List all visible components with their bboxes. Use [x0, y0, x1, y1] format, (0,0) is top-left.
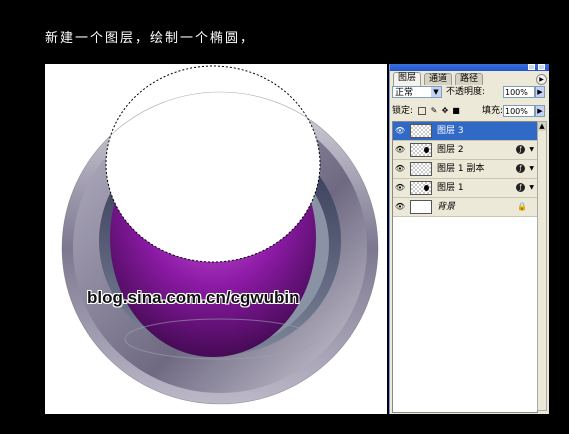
layer-effects-icon[interactable]: ƒ	[516, 145, 525, 154]
opacity-arrow-icon[interactable]: ▶	[535, 86, 545, 98]
lock-icon: 🔒	[517, 202, 527, 211]
expand-effects-icon[interactable]: ▼	[529, 182, 534, 194]
lock-all-icon[interactable]: ■	[452, 107, 460, 115]
document-canvas[interactable]: blog.sina.com.cn/cgwubin	[45, 64, 387, 414]
panel-menu-icon[interactable]: ▶	[536, 74, 547, 85]
opacity-label: 不透明度:	[446, 87, 486, 97]
layer-name: 背景	[437, 202, 456, 212]
chevron-down-icon[interactable]: ▼	[431, 87, 441, 97]
fill-label: 填充:	[482, 106, 504, 116]
eye-icon[interactable]: 👁	[394, 201, 406, 213]
eye-icon[interactable]: 👁	[394, 163, 406, 175]
layer-name: 图层 2	[437, 145, 464, 155]
panel-tabs: 图层 通道 路径 ▶	[390, 71, 549, 86]
caption-text: 新建一个图层，绘制一个椭圆，	[45, 31, 256, 46]
expand-effects-icon[interactable]: ▼	[529, 163, 534, 175]
watermark-text: blog.sina.com.cn/cgwubin	[87, 288, 300, 307]
eye-icon[interactable]: 👁	[394, 144, 406, 156]
layer-name: 图层 1 副本	[437, 164, 485, 174]
layers-list: 👁 图层 3 👁 图层 2 ƒ ▼ 👁 图层 1 副本 ƒ ▼ 👁 图层 1 ƒ…	[392, 121, 538, 413]
layer-row-background[interactable]: 👁 背景 🔒	[393, 198, 537, 217]
ring-artwork	[61, 65, 379, 405]
lock-move-icon[interactable]: ✥	[441, 107, 449, 115]
layer-thumbnail	[410, 124, 432, 138]
close-icon[interactable]	[538, 64, 545, 70]
lock-transparency-icon[interactable]	[418, 107, 426, 115]
minimize-icon[interactable]	[528, 64, 535, 70]
expand-effects-icon[interactable]: ▼	[529, 144, 534, 156]
opacity-input[interactable]: 100%	[503, 86, 535, 98]
blend-opacity-row: 正常 ▼ 不透明度: 100% ▶	[390, 85, 549, 101]
blend-mode-select[interactable]: 正常 ▼	[392, 86, 442, 98]
layer-thumbnail	[410, 162, 432, 176]
layers-scrollbar[interactable]: ▲	[537, 121, 547, 411]
eye-icon[interactable]: 👁	[394, 182, 406, 194]
layer-thumbnail	[410, 200, 432, 214]
lock-brush-icon[interactable]: ✎	[430, 107, 438, 115]
layer-effects-icon[interactable]: ƒ	[516, 183, 525, 192]
tab-paths[interactable]: 路径	[455, 73, 484, 85]
blend-mode-value: 正常	[395, 88, 414, 98]
eye-icon[interactable]: 👁	[394, 125, 406, 137]
layer-thumbnail	[410, 181, 432, 195]
lock-label: 锁定:	[392, 106, 414, 116]
lock-fill-row: 锁定: ✎ ✥ ■ 填充: 100% ▶	[390, 104, 549, 120]
layer-row-1[interactable]: 👁 图层 1 ƒ ▼	[393, 179, 537, 198]
layer-name: 图层 1	[437, 183, 464, 193]
layer-row-1-copy[interactable]: 👁 图层 1 副本 ƒ ▼	[393, 160, 537, 179]
layer-row-3[interactable]: 👁 图层 3	[393, 122, 537, 141]
tab-channels[interactable]: 通道	[424, 73, 453, 85]
layer-thumbnail	[410, 143, 432, 157]
layer-effects-icon[interactable]: ƒ	[516, 164, 525, 173]
layer-row-2[interactable]: 👁 图层 2 ƒ ▼	[393, 141, 537, 160]
fill-arrow-icon[interactable]: ▶	[535, 105, 545, 117]
fill-input[interactable]: 100%	[503, 105, 535, 117]
layers-panel: 图层 通道 路径 ▶ 正常 ▼ 不透明度: 100% ▶ 锁定: ✎ ✥ ■ 填…	[389, 64, 549, 414]
white-ellipse-selection	[106, 66, 320, 262]
scroll-up-icon[interactable]: ▲	[538, 122, 546, 131]
tab-layers[interactable]: 图层	[393, 72, 422, 86]
layer-name: 图层 3	[437, 126, 464, 136]
panel-titlebar[interactable]	[390, 64, 549, 71]
